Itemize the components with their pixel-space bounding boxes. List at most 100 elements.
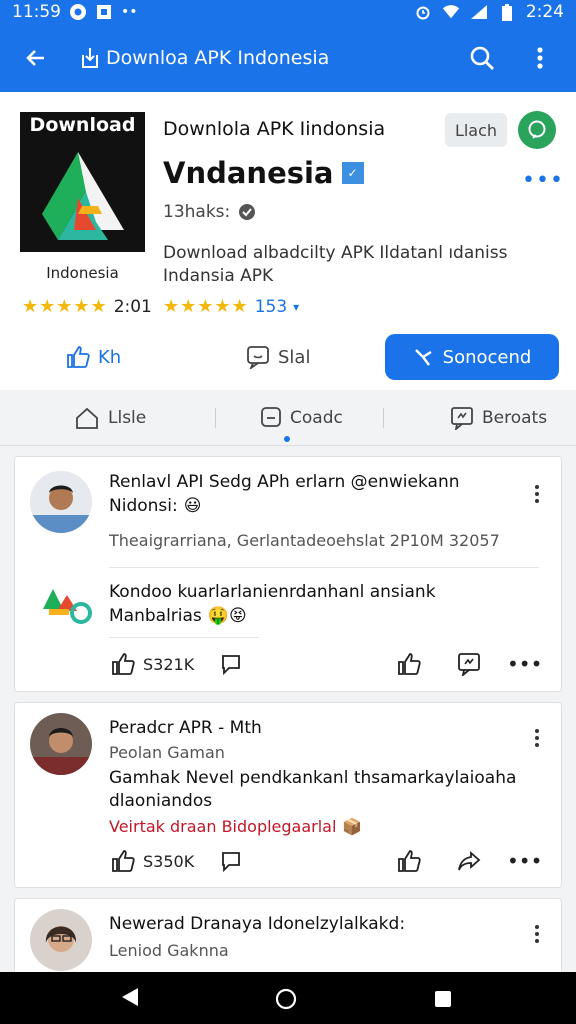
back-button[interactable] xyxy=(16,38,56,78)
back-arrow-icon xyxy=(26,50,44,66)
status-bar: 11:59 •• 2:24 xyxy=(0,0,576,24)
reply-title-continued: Manbalrias xyxy=(109,606,202,626)
tab-home-label: Llsle xyxy=(108,408,147,428)
app-bar: Downloa APK Indonesia xyxy=(0,24,576,92)
more-notifications-icon: •• xyxy=(121,4,138,20)
home-icon xyxy=(76,407,98,429)
app-name-title: Vndanesia ✓ xyxy=(163,156,364,190)
nav-back-button[interactable] xyxy=(120,986,140,1012)
post-like-button[interactable]: S350K xyxy=(111,843,194,879)
star-rating: ★★★★★ xyxy=(22,296,108,317)
post-highlight-text: Veirtak draan Bidoplegaarlal xyxy=(109,817,337,836)
chat-icon xyxy=(261,407,281,427)
tab-reports-label: Beroats xyxy=(482,408,548,428)
search-button[interactable] xyxy=(462,38,502,78)
app-logo-brand-text: Download xyxy=(29,114,136,136)
chevron-down-icon: ▾ xyxy=(293,299,300,314)
status-time-right: 2:24 xyxy=(525,2,564,22)
app-name-title-text: Vndanesia xyxy=(163,156,334,190)
post-comment-button[interactable] xyxy=(219,843,243,879)
status-time-left: 11:59 xyxy=(12,2,61,22)
square-recents-icon xyxy=(435,991,451,1007)
reply-title: Kondoo kuarlarlanienrdanhanl ansiank xyxy=(109,582,436,602)
app-logo[interactable]: Download xyxy=(20,112,145,252)
feedback-icon xyxy=(247,346,269,369)
post-like-button[interactable]: S321K xyxy=(111,646,194,682)
post-card: Peradcr APR - Mth Peolan Gaman Gamhak Ne… xyxy=(14,702,562,888)
send-primary-button[interactable]: Sonocend xyxy=(385,334,559,380)
send-label: Sonocend xyxy=(442,346,532,368)
post-actions: S350K ••• xyxy=(15,843,563,879)
report-icon xyxy=(451,407,473,430)
post-body: Gamhak Nevel pendkankanl thsamarkaylaioa… xyxy=(109,768,517,811)
report-icon xyxy=(458,653,480,676)
triangle-logo-icon xyxy=(42,152,124,240)
app-logo-caption: Indonesia xyxy=(46,264,119,282)
comment-icon xyxy=(222,655,240,676)
thumbs-up-icon xyxy=(398,653,421,675)
action-bar: Kh Slal Sonocend xyxy=(0,332,576,382)
share-arrow-icon xyxy=(458,851,481,871)
avatar[interactable] xyxy=(30,713,92,775)
download-icon xyxy=(82,48,98,68)
tab-reports[interactable]: Beroats xyxy=(450,390,547,446)
like-button[interactable]: Kh xyxy=(66,334,121,380)
avatar[interactable] xyxy=(30,471,92,533)
post-share-button[interactable] xyxy=(457,843,481,879)
post-upvote-button[interactable] xyxy=(397,646,421,682)
rating-value: 2:01 xyxy=(113,296,152,317)
triangle-back-icon xyxy=(122,988,138,1006)
reply-logo-icon xyxy=(35,581,95,631)
more-horiz-icon[interactable]: ••• xyxy=(507,843,542,879)
more-vert-icon xyxy=(537,47,543,69)
signal-icon xyxy=(470,4,488,20)
battery-icon xyxy=(498,3,516,21)
share-button[interactable]: Slal xyxy=(246,334,310,380)
send-icon xyxy=(414,349,432,366)
divider xyxy=(109,567,539,568)
post-title: Renlavl API Sedg APh erlarn @enwiekann xyxy=(109,472,460,492)
more-horiz-icon[interactable]: ••• xyxy=(507,646,542,682)
alarm-icon xyxy=(414,4,432,20)
post-title: Newerad Dranaya Idonelzylalkakd: xyxy=(109,914,406,934)
tab-home[interactable]: Llsle xyxy=(74,390,146,446)
tab-chat[interactable]: Coadc xyxy=(260,390,343,446)
language-chip[interactable]: Llach xyxy=(445,113,507,147)
rating-summary-right[interactable]: ★★★★★ 153 ▾ xyxy=(163,296,299,317)
subscriber-count: 13haks: xyxy=(163,202,256,222)
more-horiz-icon[interactable]: ••• xyxy=(522,168,564,193)
like-count: S350K xyxy=(143,851,195,871)
thumbs-up-icon xyxy=(112,653,135,675)
post-menu-button[interactable] xyxy=(533,485,541,503)
nav-recents-button[interactable] xyxy=(434,990,452,1012)
like-count: S321K xyxy=(143,654,195,674)
post-meta: Peolan Gaman xyxy=(109,743,225,762)
post-comment-button[interactable] xyxy=(219,646,243,682)
post-title-continued: Nidonsi: xyxy=(109,496,178,516)
subscriber-count-text: 13haks: xyxy=(163,202,231,222)
reply-title-line2: Manbalrias 🤑😝 xyxy=(109,605,247,628)
post-report-button[interactable] xyxy=(457,646,481,682)
chat-button[interactable] xyxy=(518,111,556,149)
tab-chat-label: Coadc xyxy=(290,408,343,428)
system-nav-bar xyxy=(0,972,576,1024)
post-card: Renlavl API Sedg APh erlarn @enwiekann N… xyxy=(14,456,562,692)
comment-icon xyxy=(222,852,240,873)
post-meta: Theaigrarriana, Gerlantadeoehslat 2P10M … xyxy=(109,531,500,550)
post-meta: Leniod Gaknna xyxy=(109,941,229,960)
avatar[interactable] xyxy=(30,909,92,971)
nav-home-button[interactable] xyxy=(275,988,297,1014)
chat-bubble-icon xyxy=(528,120,546,139)
thumbs-up-icon xyxy=(67,346,90,368)
overflow-menu-button[interactable] xyxy=(520,38,560,78)
post-menu-button[interactable] xyxy=(533,729,541,747)
post-menu-button[interactable] xyxy=(533,925,541,943)
divider xyxy=(109,637,259,638)
verified-badge-icon: ✓ xyxy=(341,162,364,184)
search-icon xyxy=(470,46,494,70)
app-description: Download albadcilty APK Ildatanl ıdaniss… xyxy=(163,243,508,286)
post-upvote-button[interactable] xyxy=(397,843,421,879)
circle-home-icon xyxy=(275,988,297,1010)
emoji-icon: 🤑😝 xyxy=(207,606,247,626)
thumbs-up-icon xyxy=(112,850,135,872)
